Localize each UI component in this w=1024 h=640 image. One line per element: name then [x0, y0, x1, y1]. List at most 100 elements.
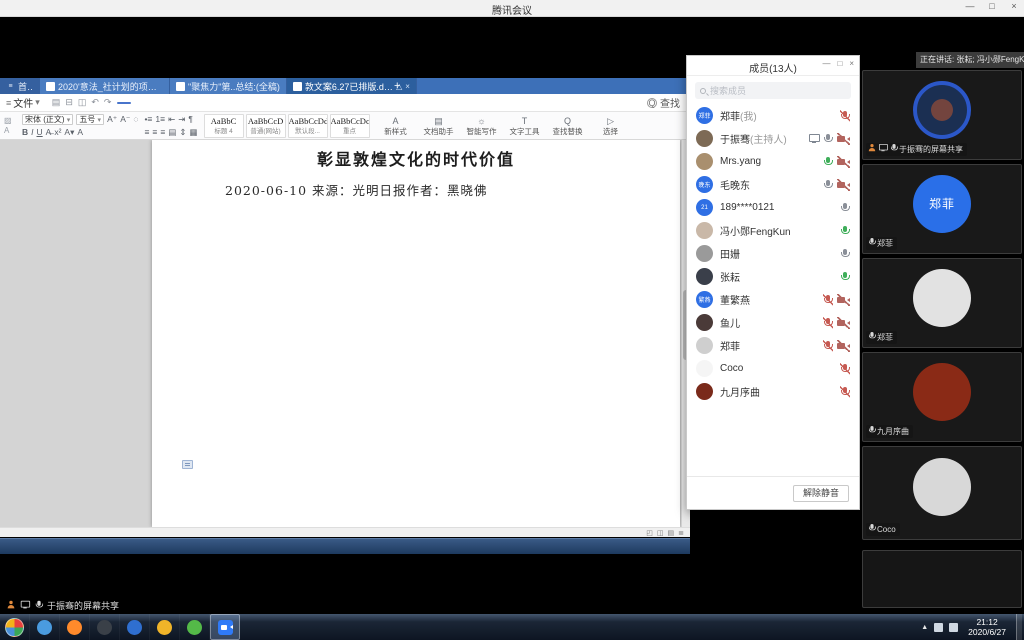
- ribbon-tab[interactable]: [133, 102, 147, 104]
- close-icon[interactable]: [1008, 1, 1020, 11]
- panel-close-icon[interactable]: [849, 59, 854, 68]
- taskbar-app[interactable]: [120, 614, 150, 640]
- style-preset[interactable]: AaBbC 标题 4: [204, 114, 244, 138]
- paragraph-marks-icon[interactable]: ¶: [188, 114, 193, 125]
- style-preset[interactable]: AaBbCcDc 重点: [330, 114, 370, 138]
- increase-indent-icon[interactable]: ⇥: [178, 114, 185, 125]
- member-row[interactable]: 九月序曲: [687, 380, 859, 403]
- taskbar-app[interactable]: [150, 614, 180, 640]
- highlight-icon[interactable]: A▾: [64, 127, 74, 138]
- taskbar-app[interactable]: [90, 614, 120, 640]
- member-row[interactable]: 21 189****0121: [687, 196, 859, 219]
- print-icon[interactable]: [65, 97, 73, 108]
- file-menu[interactable]: 文件: [0, 95, 46, 110]
- style-preset[interactable]: AaBbCcDd 默认段...: [288, 114, 328, 138]
- member-search-input[interactable]: [710, 86, 830, 96]
- save-icon[interactable]: [52, 97, 61, 108]
- member-search[interactable]: [695, 82, 851, 99]
- shrink-font-icon[interactable]: A⁻: [120, 114, 130, 125]
- font-name-select[interactable]: 宋体 (正文): [22, 114, 73, 125]
- new-tab-button[interactable]: +: [388, 78, 406, 94]
- member-row[interactable]: 繁燕 董繁燕: [687, 288, 859, 311]
- numbering-icon[interactable]: 1≡: [155, 114, 165, 125]
- paste-icon[interactable]: [4, 117, 16, 125]
- italic-icon[interactable]: I: [31, 127, 33, 138]
- wps-document-tab[interactable]: 2020'意法_社计划的项目模板: [40, 78, 170, 94]
- write-view-icon[interactable]: [668, 529, 675, 537]
- ribbon-tab[interactable]: [245, 102, 259, 104]
- video-tile[interactable]: 九月序曲: [862, 352, 1022, 442]
- clear-format-icon[interactable]: ◌: [133, 114, 138, 125]
- line-spacing-icon[interactable]: ⇕: [179, 127, 186, 138]
- superscript-icon[interactable]: x²: [54, 127, 61, 138]
- redo-icon[interactable]: [104, 97, 112, 108]
- taskbar-clock[interactable]: 21:12 2020/6/27: [964, 617, 1010, 637]
- taskbar-app[interactable]: [30, 614, 60, 640]
- find-button[interactable]: 查找: [647, 95, 690, 110]
- video-tile[interactable]: 郑菲 郑菲: [862, 164, 1022, 254]
- align-center-icon[interactable]: ≡: [152, 127, 157, 138]
- grow-font-icon[interactable]: A⁺: [107, 114, 117, 125]
- member-row[interactable]: 郑菲: [687, 334, 859, 357]
- fullscreen-view-icon[interactable]: [646, 529, 653, 537]
- taskbar-app[interactable]: [60, 614, 90, 640]
- ribbon-tab[interactable]: [213, 102, 227, 104]
- style-preset[interactable]: AaBbCcD 普通(网站): [246, 114, 286, 138]
- ribbon-tool-button[interactable]: 选择: [591, 115, 631, 136]
- ribbon-tab[interactable]: [149, 102, 163, 104]
- ribbon-tab[interactable]: [229, 102, 243, 104]
- wps-document-tab[interactable]: 首页: [0, 78, 40, 94]
- taskbar-app[interactable]: [180, 614, 210, 640]
- ribbon-tool-button[interactable]: 查找替换: [548, 115, 588, 136]
- member-row[interactable]: Coco: [687, 357, 859, 380]
- video-tile[interactable]: Coco: [862, 446, 1022, 540]
- ribbon-tool-button[interactable]: 文字工具: [505, 115, 545, 136]
- ribbon-tool-button[interactable]: 智能写作: [462, 115, 502, 136]
- bullets-icon[interactable]: •≡: [144, 114, 152, 125]
- strikethrough-icon[interactable]: A̶: [46, 127, 52, 138]
- member-row[interactable]: 于振骞(主持人): [687, 127, 859, 150]
- format-painter-icon[interactable]: [4, 127, 16, 135]
- undo-icon[interactable]: [91, 97, 99, 108]
- document-canvas[interactable]: 彰显敦煌文化的时代价值 2020-06-10 来源：光明日报作者：黑晓佛: [0, 140, 690, 527]
- shading-icon[interactable]: ▦: [190, 127, 198, 138]
- member-row[interactable]: 晚东 毛晚东: [687, 173, 859, 196]
- maximize-icon[interactable]: [986, 1, 998, 11]
- volume-icon[interactable]: [949, 623, 958, 632]
- outline-view-icon[interactable]: [678, 529, 684, 537]
- justify-icon[interactable]: ▤: [168, 127, 176, 138]
- read-view-icon[interactable]: [657, 529, 664, 537]
- panel-minimize-icon[interactable]: [822, 59, 830, 68]
- ribbon-tab[interactable]: [261, 102, 275, 104]
- align-left-icon[interactable]: ≡: [144, 127, 149, 138]
- ribbon-tool-button[interactable]: 新样式: [376, 115, 416, 136]
- underline-icon[interactable]: U: [37, 127, 43, 138]
- panel-maximize-icon[interactable]: [837, 59, 842, 68]
- ribbon-tab[interactable]: [197, 102, 211, 104]
- align-right-icon[interactable]: ≡: [160, 127, 165, 138]
- unmute-button[interactable]: 解除静音: [793, 485, 849, 502]
- network-icon[interactable]: [934, 623, 943, 632]
- member-row[interactable]: 冯小郧FengKun: [687, 219, 859, 242]
- taskbar-app[interactable]: [0, 614, 30, 640]
- member-row[interactable]: 郑菲 郑菲(我): [687, 104, 859, 127]
- tray-expand-icon[interactable]: [921, 624, 928, 631]
- decrease-indent-icon[interactable]: ⇤: [168, 114, 175, 125]
- wps-document-tab[interactable]: "聚焦力"第..总结:(全稿): [170, 78, 287, 94]
- show-desktop-button[interactable]: [1016, 614, 1022, 640]
- video-tile[interactable]: 于振骞的屏幕共享: [862, 70, 1022, 160]
- ribbon-tool-button[interactable]: 文档助手: [419, 115, 459, 136]
- ribbon-tab[interactable]: [181, 102, 195, 104]
- print-preview-icon[interactable]: [78, 97, 87, 108]
- member-row[interactable]: 鱼儿: [687, 311, 859, 334]
- video-tile[interactable]: 郑菲: [862, 258, 1022, 348]
- font-size-select[interactable]: 五号: [76, 114, 104, 125]
- member-row[interactable]: 张耘: [687, 265, 859, 288]
- ribbon-tab[interactable]: [117, 102, 131, 104]
- member-row[interactable]: Mrs.yang: [687, 150, 859, 173]
- ribbon-tab[interactable]: [165, 102, 179, 104]
- comment-marker-icon[interactable]: [182, 460, 193, 469]
- member-row[interactable]: 田姗: [687, 242, 859, 265]
- taskbar-app[interactable]: [210, 614, 240, 640]
- document-page[interactable]: 彰显敦煌文化的时代价值 2020-06-10 来源：光明日报作者：黑晓佛: [152, 140, 680, 527]
